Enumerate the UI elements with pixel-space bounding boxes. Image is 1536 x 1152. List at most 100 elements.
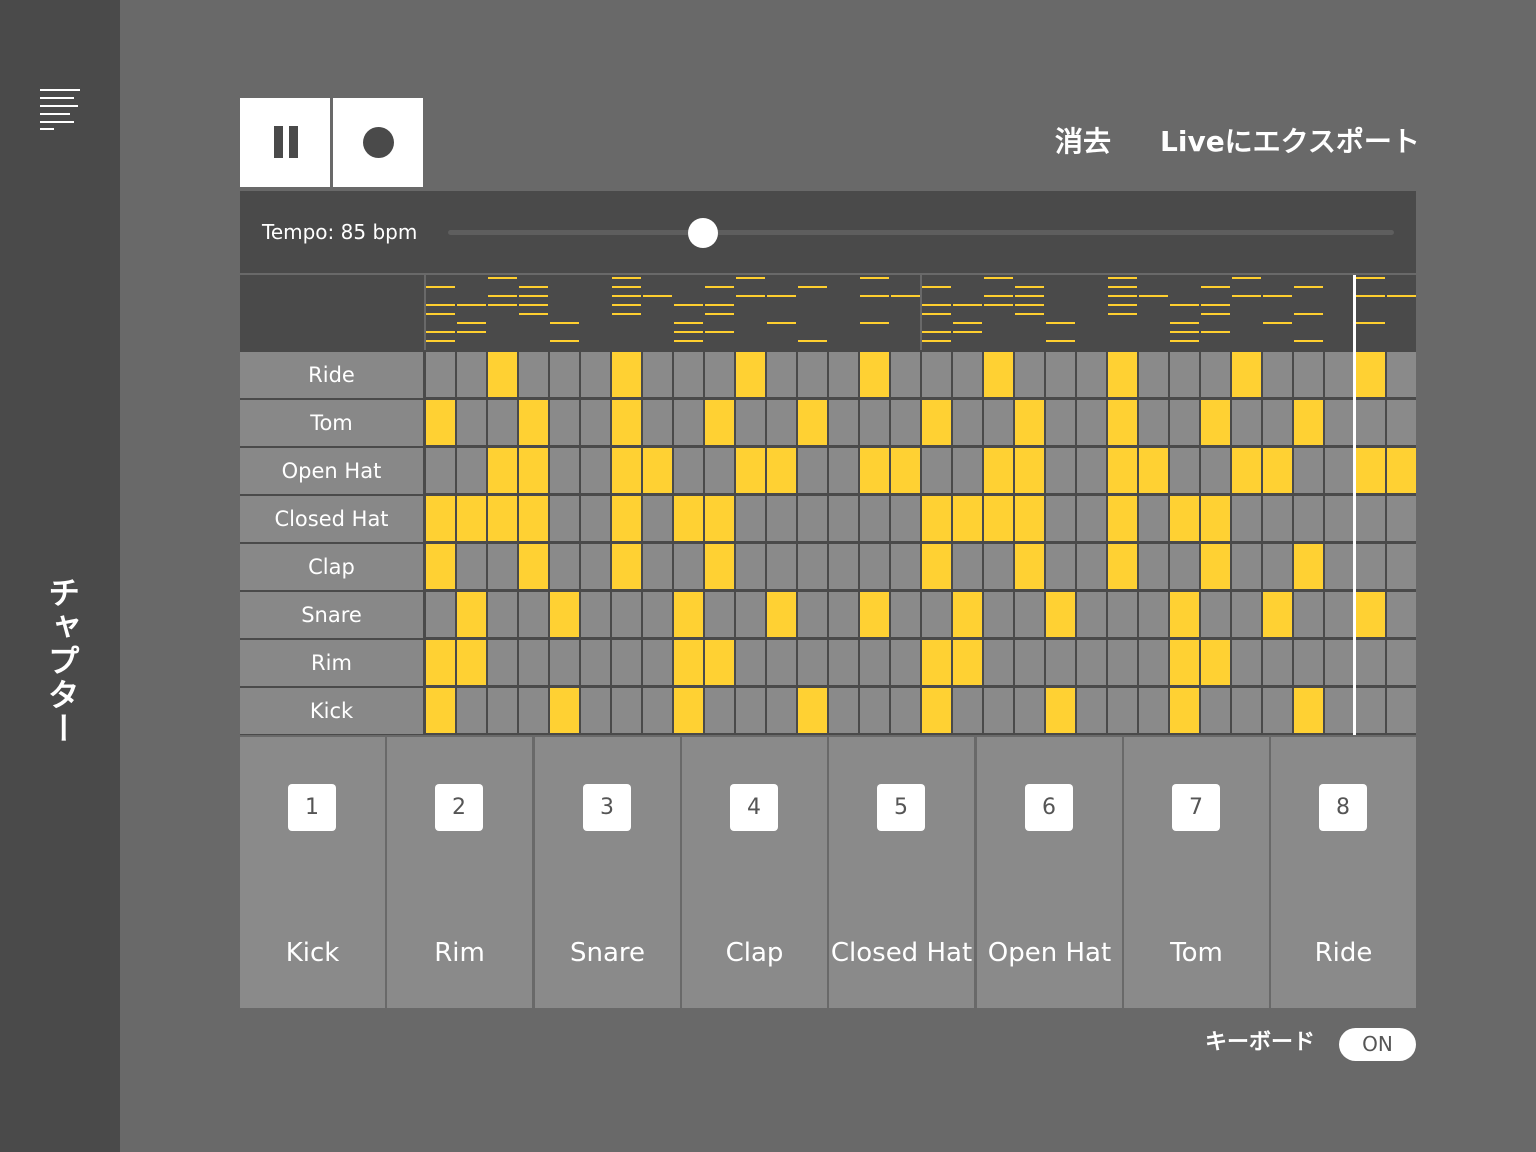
step-cell[interactable] <box>550 640 579 685</box>
step-cell[interactable] <box>457 688 486 733</box>
step-cell[interactable] <box>922 688 951 733</box>
step-cell[interactable] <box>922 352 951 397</box>
step-cell[interactable] <box>1387 592 1416 637</box>
step-cell[interactable] <box>519 496 548 541</box>
step-cell[interactable] <box>457 352 486 397</box>
step-cell[interactable] <box>1387 352 1416 397</box>
step-cell[interactable] <box>829 448 858 493</box>
step-cell[interactable] <box>984 544 1013 589</box>
step-cell[interactable] <box>798 592 827 637</box>
step-cell[interactable] <box>1170 592 1199 637</box>
step-cell[interactable] <box>1232 352 1261 397</box>
menu-icon[interactable] <box>40 88 80 130</box>
step-cell[interactable] <box>550 448 579 493</box>
step-cell[interactable] <box>860 640 889 685</box>
step-cell[interactable] <box>426 496 455 541</box>
step-cell[interactable] <box>1139 688 1168 733</box>
step-cell[interactable] <box>984 640 1013 685</box>
step-cell[interactable] <box>1232 592 1261 637</box>
step-cell[interactable] <box>1232 448 1261 493</box>
chapter-label[interactable]: チャプター <box>40 576 84 746</box>
step-cell[interactable] <box>798 688 827 733</box>
step-cell[interactable] <box>426 544 455 589</box>
step-cell[interactable] <box>1325 400 1354 445</box>
step-cell[interactable] <box>612 592 641 637</box>
step-cell[interactable] <box>1108 640 1137 685</box>
step-cell[interactable] <box>1108 352 1137 397</box>
step-cell[interactable] <box>1170 640 1199 685</box>
step-cell[interactable] <box>1387 688 1416 733</box>
step-cell[interactable] <box>1077 544 1106 589</box>
step-cell[interactable] <box>1263 688 1292 733</box>
step-cell[interactable] <box>705 592 734 637</box>
step-cell[interactable] <box>1356 544 1385 589</box>
step-cell[interactable] <box>519 352 548 397</box>
step-cell[interactable] <box>674 400 703 445</box>
step-cell[interactable] <box>705 352 734 397</box>
step-cell[interactable] <box>1325 688 1354 733</box>
step-cell[interactable] <box>643 400 672 445</box>
step-cell[interactable] <box>1263 400 1292 445</box>
step-cell[interactable] <box>953 640 982 685</box>
step-cell[interactable] <box>519 448 548 493</box>
step-cell[interactable] <box>953 496 982 541</box>
step-cell[interactable] <box>643 496 672 541</box>
step-cell[interactable] <box>519 544 548 589</box>
step-cell[interactable] <box>1325 448 1354 493</box>
step-cell[interactable] <box>674 352 703 397</box>
step-cell[interactable] <box>1108 448 1137 493</box>
keyboard-toggle[interactable]: ON <box>1339 1028 1416 1061</box>
step-cell[interactable] <box>1325 352 1354 397</box>
step-cell[interactable] <box>1108 496 1137 541</box>
pause-button[interactable] <box>240 98 330 187</box>
step-cell[interactable] <box>767 640 796 685</box>
step-cell[interactable] <box>1046 352 1075 397</box>
step-cell[interactable] <box>1325 640 1354 685</box>
clear-button[interactable]: 消去 <box>1055 120 1111 164</box>
step-cell[interactable] <box>953 448 982 493</box>
step-cell[interactable] <box>1046 448 1075 493</box>
step-cell[interactable] <box>1046 688 1075 733</box>
step-cell[interactable] <box>1387 448 1416 493</box>
step-cell[interactable] <box>674 448 703 493</box>
step-cell[interactable] <box>426 448 455 493</box>
step-cell[interactable] <box>736 448 765 493</box>
step-cell[interactable] <box>922 640 951 685</box>
step-cell[interactable] <box>860 688 889 733</box>
step-cell[interactable] <box>767 544 796 589</box>
step-cell[interactable] <box>1139 496 1168 541</box>
step-cell[interactable] <box>1263 352 1292 397</box>
step-cell[interactable] <box>736 592 765 637</box>
step-cell[interactable] <box>550 592 579 637</box>
step-cell[interactable] <box>1170 544 1199 589</box>
step-cell[interactable] <box>488 640 517 685</box>
step-cell[interactable] <box>829 400 858 445</box>
step-cell[interactable] <box>1356 592 1385 637</box>
step-cell[interactable] <box>1325 496 1354 541</box>
step-cell[interactable] <box>1263 592 1292 637</box>
step-cell[interactable] <box>860 448 889 493</box>
step-cell[interactable] <box>1232 640 1261 685</box>
step-cell[interactable] <box>1015 640 1044 685</box>
step-cell[interactable] <box>953 544 982 589</box>
step-cell[interactable] <box>1077 688 1106 733</box>
step-cell[interactable] <box>705 688 734 733</box>
step-cell[interactable] <box>1294 640 1323 685</box>
step-cell[interactable] <box>457 400 486 445</box>
step-cell[interactable] <box>891 544 920 589</box>
step-cell[interactable] <box>798 544 827 589</box>
step-cell[interactable] <box>767 352 796 397</box>
step-cell[interactable] <box>953 400 982 445</box>
step-cell[interactable] <box>705 400 734 445</box>
step-cell[interactable] <box>550 544 579 589</box>
step-cell[interactable] <box>829 544 858 589</box>
step-cell[interactable] <box>1108 544 1137 589</box>
step-cell[interactable] <box>705 496 734 541</box>
step-cell[interactable] <box>1046 544 1075 589</box>
step-cell[interactable] <box>550 688 579 733</box>
step-cell[interactable] <box>1356 448 1385 493</box>
step-cell[interactable] <box>674 640 703 685</box>
step-cell[interactable] <box>1201 496 1230 541</box>
step-cell[interactable] <box>643 688 672 733</box>
step-cell[interactable] <box>612 448 641 493</box>
